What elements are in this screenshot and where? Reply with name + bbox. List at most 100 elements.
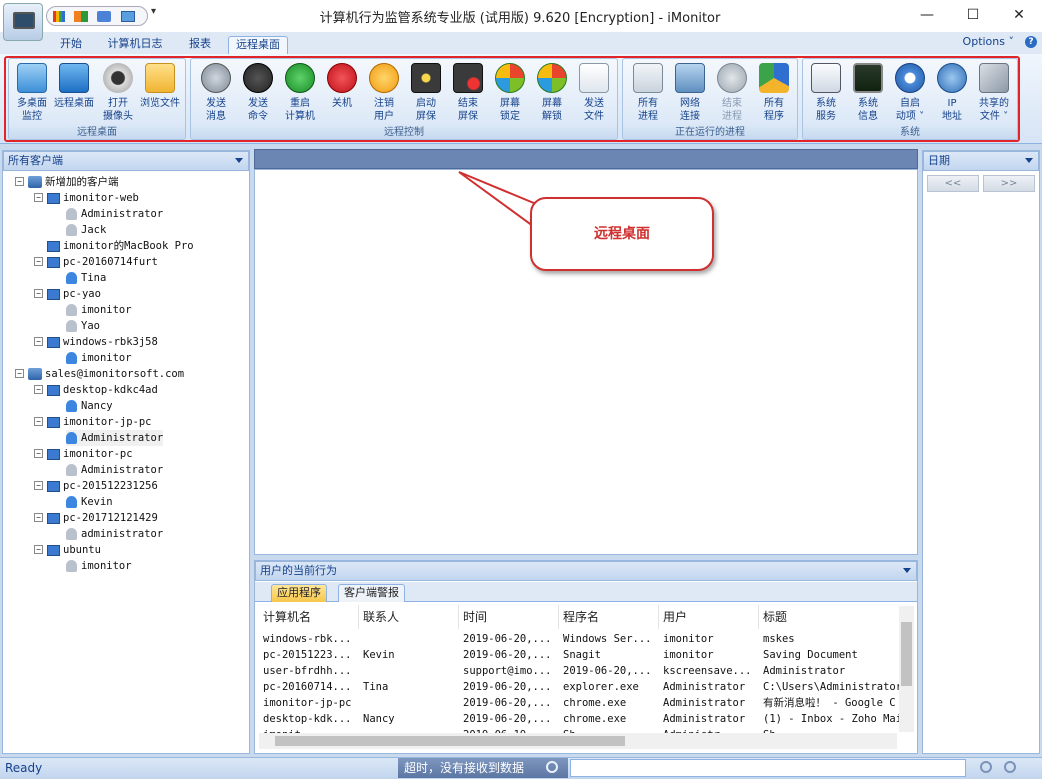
table-cell[interactable]: Administrator [759, 663, 899, 679]
tree-expand-toggle[interactable]: − [34, 257, 43, 266]
browse-files-button[interactable]: 浏览文件 [139, 63, 181, 127]
photo-icon[interactable] [97, 11, 111, 22]
tree-user-node[interactable]: Administrator [66, 430, 164, 446]
tree-user-node[interactable]: Yao [66, 318, 100, 334]
tab-computer-log[interactable]: 计算机日志 [103, 36, 167, 54]
tree-user-node[interactable]: Tina [66, 270, 106, 286]
table-cell[interactable]: imonitor [659, 647, 759, 663]
table-cell[interactable]: 2019-06-20,... [459, 679, 559, 695]
scroll-thumb[interactable] [275, 736, 625, 746]
table-cell[interactable]: 2019-06-20,... [459, 631, 559, 647]
unlock-screen-button[interactable]: 屏幕 解锁 [531, 63, 573, 127]
clients-panel-header[interactable]: 所有客户端 [3, 151, 249, 171]
tree-user-node[interactable]: administrator [66, 526, 163, 542]
options-menu[interactable]: Options ˅ [963, 35, 1014, 48]
tree-computer-node[interactable]: imonitor-pc [47, 446, 133, 462]
tree-expand-toggle[interactable]: − [34, 193, 43, 202]
multi-desktop-button[interactable]: 多桌面 监控 [11, 63, 53, 127]
chevron-down-icon[interactable] [903, 568, 911, 573]
table-cell[interactable]: explorer.exe [559, 679, 659, 695]
tree-expand-toggle[interactable]: − [34, 417, 43, 426]
date-panel-header[interactable]: 日期 [923, 151, 1039, 171]
system-services-button[interactable]: 系统 服务 [805, 63, 847, 127]
chevron-down-icon[interactable] [1025, 158, 1033, 163]
tree-expand-toggle[interactable]: − [15, 177, 24, 186]
column-header[interactable]: 程序名 [559, 605, 659, 629]
tree-computer-node[interactable]: pc-yao [47, 286, 101, 302]
tree-computer-node[interactable]: pc-20160714furt [47, 254, 158, 270]
table-cell[interactable]: chrome.exe [559, 711, 659, 727]
quick-access-toolbar[interactable] [46, 6, 148, 26]
stop-screensaver-button[interactable]: 结束 屏保 [447, 63, 489, 127]
tab-reports[interactable]: 报表 [182, 36, 218, 54]
close-button[interactable]: ✕ [996, 0, 1042, 30]
tree-expand-toggle[interactable]: − [34, 545, 43, 554]
send-command-button[interactable]: 发送 命令 [237, 63, 279, 127]
table-cell[interactable]: 有新消息啦！ - Google C [759, 695, 899, 711]
tab-start[interactable]: 开始 [52, 36, 90, 54]
column-header[interactable]: 联系人 [359, 605, 459, 629]
prev-date-button[interactable]: << [927, 175, 979, 192]
table-cell[interactable]: mskes [759, 631, 899, 647]
tree-group-node[interactable]: 新增加的客户端 [28, 174, 119, 190]
lock-screen-button[interactable]: 屏幕 锁定 [489, 63, 531, 127]
zoom-in-icon[interactable] [980, 761, 992, 773]
table-cell[interactable]: Administrator [659, 695, 759, 711]
table-cell[interactable]: C:\Users\Administrator [759, 679, 899, 695]
tree-computer-node[interactable]: ubuntu [47, 542, 101, 558]
send-file-button[interactable]: 发送 文件 [573, 63, 615, 127]
column-header[interactable]: 标题 [759, 605, 899, 629]
send-message-button[interactable]: 发送 消息 [195, 63, 237, 127]
table-cell[interactable]: (1) - Inbox - Zoho Mail [759, 711, 899, 727]
status-search-input[interactable] [570, 759, 966, 777]
tab-remote-desktop[interactable]: 远程桌面 [228, 36, 288, 54]
tree-expand-toggle[interactable]: − [34, 289, 43, 298]
startup-items-button[interactable]: 自启 动项 ˅ [889, 63, 931, 127]
tree-expand-toggle[interactable]: − [34, 481, 43, 490]
tree-computer-node[interactable]: imonitor-web [47, 190, 139, 206]
tab-applications[interactable]: 应用程序 [271, 584, 327, 602]
column-header[interactable]: 用户 [659, 605, 759, 629]
tree-group-node[interactable]: sales@imonitorsoft.com [28, 366, 184, 382]
vertical-scrollbar[interactable] [899, 606, 914, 732]
app-menu-icon[interactable] [3, 3, 43, 41]
tree-computer-node[interactable]: imonitor-jp-pc [47, 414, 152, 430]
shared-files-button[interactable]: 共享的 文件 ˅ [973, 63, 1015, 127]
table-cell[interactable]: imonitor-jp-pc [259, 695, 359, 711]
all-programs-button[interactable]: 所有 程序 [753, 63, 795, 127]
network-connections-button[interactable]: 网络 连接 [669, 63, 711, 127]
table-cell[interactable]: 2019-06-20,... [559, 663, 659, 679]
tree-user-node[interactable]: Administrator [66, 206, 163, 222]
table-cell[interactable]: kscreensave... [659, 663, 759, 679]
tree-user-node[interactable]: imonitor [66, 558, 132, 574]
table-cell[interactable]: Windows Ser... [559, 631, 659, 647]
tree-user-node[interactable]: Jack [66, 222, 106, 238]
table-cell[interactable]: Administrator [659, 679, 759, 695]
table-cell[interactable]: imonitor [659, 631, 759, 647]
table-cell[interactable] [359, 663, 459, 679]
zoom-out-icon[interactable] [1004, 761, 1016, 773]
tree-expand-toggle[interactable]: − [34, 385, 43, 394]
column-header[interactable]: 时间 [459, 605, 559, 629]
tree-user-node[interactable]: imonitor [66, 302, 132, 318]
table-cell[interactable]: user-bfrdhh... [259, 663, 359, 679]
chevron-down-icon[interactable] [235, 158, 243, 163]
tree-user-node[interactable]: Administrator [66, 462, 163, 478]
tree-user-node[interactable]: Nancy [66, 398, 113, 414]
table-cell[interactable]: desktop-kdk... [259, 711, 359, 727]
qat-dropdown-icon[interactable]: ▾ [151, 6, 156, 17]
logoff-user-button[interactable]: 注销 用户 [363, 63, 405, 127]
minimize-button[interactable]: — [904, 0, 950, 30]
table-cell[interactable]: Kevin [359, 647, 459, 663]
horizontal-scrollbar[interactable] [259, 733, 897, 749]
table-cell[interactable]: support@imo... [459, 663, 559, 679]
table-cell[interactable] [359, 695, 459, 711]
end-process-button[interactable]: 结束 进程 [711, 63, 753, 127]
user-activity-header[interactable]: 用户的当前行为 [255, 561, 917, 581]
table-cell[interactable]: 2019-06-20,... [459, 711, 559, 727]
all-processes-button[interactable]: 所有 进程 [627, 63, 669, 127]
restart-computer-button[interactable]: 重启 计算机 [279, 63, 321, 127]
tree-computer-node[interactable]: pc-201512231256 [47, 478, 158, 494]
search-icon[interactable] [546, 761, 558, 773]
table-cell[interactable]: 2019-06-20,... [459, 695, 559, 711]
